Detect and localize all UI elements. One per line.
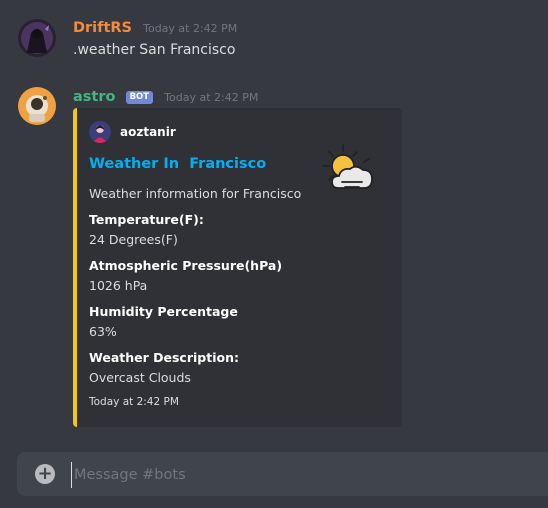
field-temperature-value: 24 Degrees(F)	[89, 232, 178, 247]
username[interactable]: astro	[73, 89, 115, 105]
timestamp: Today at 2:42 PM	[143, 22, 238, 35]
embed-title[interactable]: Weather In Francisco	[89, 156, 266, 172]
embed-footer-timestamp: Today at 2:42 PM	[89, 396, 179, 408]
avatar-driftrs[interactable]	[18, 19, 56, 57]
embed-description: Weather information for Francisco	[89, 186, 302, 201]
field-humidity-value: 63%	[89, 324, 117, 339]
username[interactable]: DriftRS	[73, 20, 132, 36]
field-temperature-name: Temperature(F):	[89, 212, 204, 227]
embed-author: aoztanir	[89, 121, 176, 143]
bot-badge: BOT	[125, 91, 154, 104]
message-header: DriftRS Today at 2:42 PM	[73, 17, 237, 36]
message-header: astro BOT Today at 2:42 PM	[73, 86, 258, 105]
author-avatar[interactable]	[89, 121, 111, 143]
field-description-value: Overcast Clouds	[89, 370, 191, 385]
field-pressure-name: Atmospheric Pressure(hPa)	[89, 258, 283, 273]
field-pressure-value: 1026 hPa	[89, 278, 148, 293]
timestamp: Today at 2:42 PM	[164, 91, 259, 104]
message-content: .weather San Francisco	[73, 42, 236, 58]
message-input[interactable]	[71, 462, 536, 488]
avatar-astro[interactable]	[18, 87, 56, 125]
weather-embed: aoztanir Weather In Francisco Weather in	[73, 108, 402, 427]
message-composer: +	[17, 452, 548, 496]
field-description-name: Weather Description:	[89, 350, 239, 365]
field-humidity-name: Humidity Percentage	[89, 304, 238, 319]
partly-cloudy-weather-icon	[320, 142, 380, 196]
plus-circle-icon[interactable]: +	[35, 464, 55, 484]
embed-author-name[interactable]: aoztanir	[120, 125, 176, 139]
